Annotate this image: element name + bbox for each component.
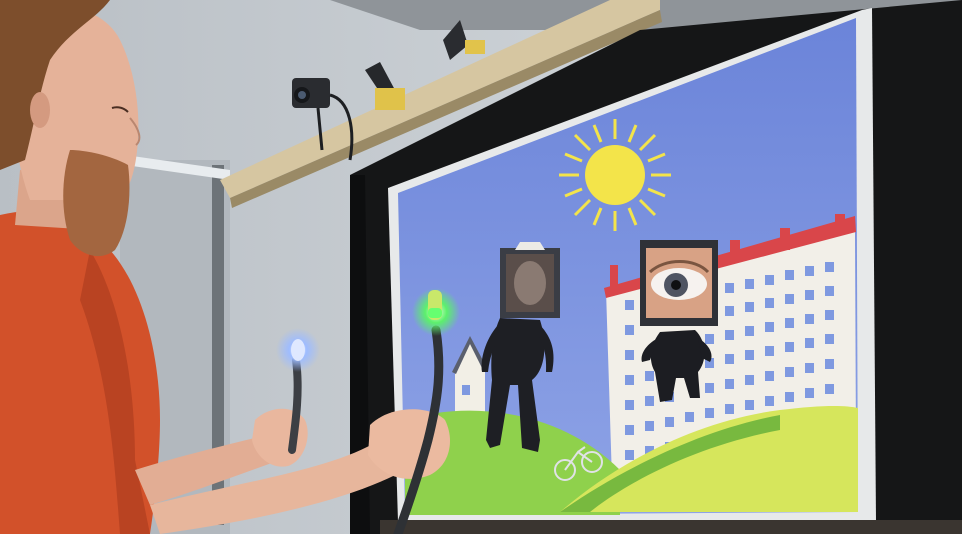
photo-scene [0,0,962,534]
sun-icon [559,119,671,231]
hand-right [368,409,450,479]
beard [63,150,130,257]
table-edge [380,520,962,534]
scene-illustration [0,0,962,534]
